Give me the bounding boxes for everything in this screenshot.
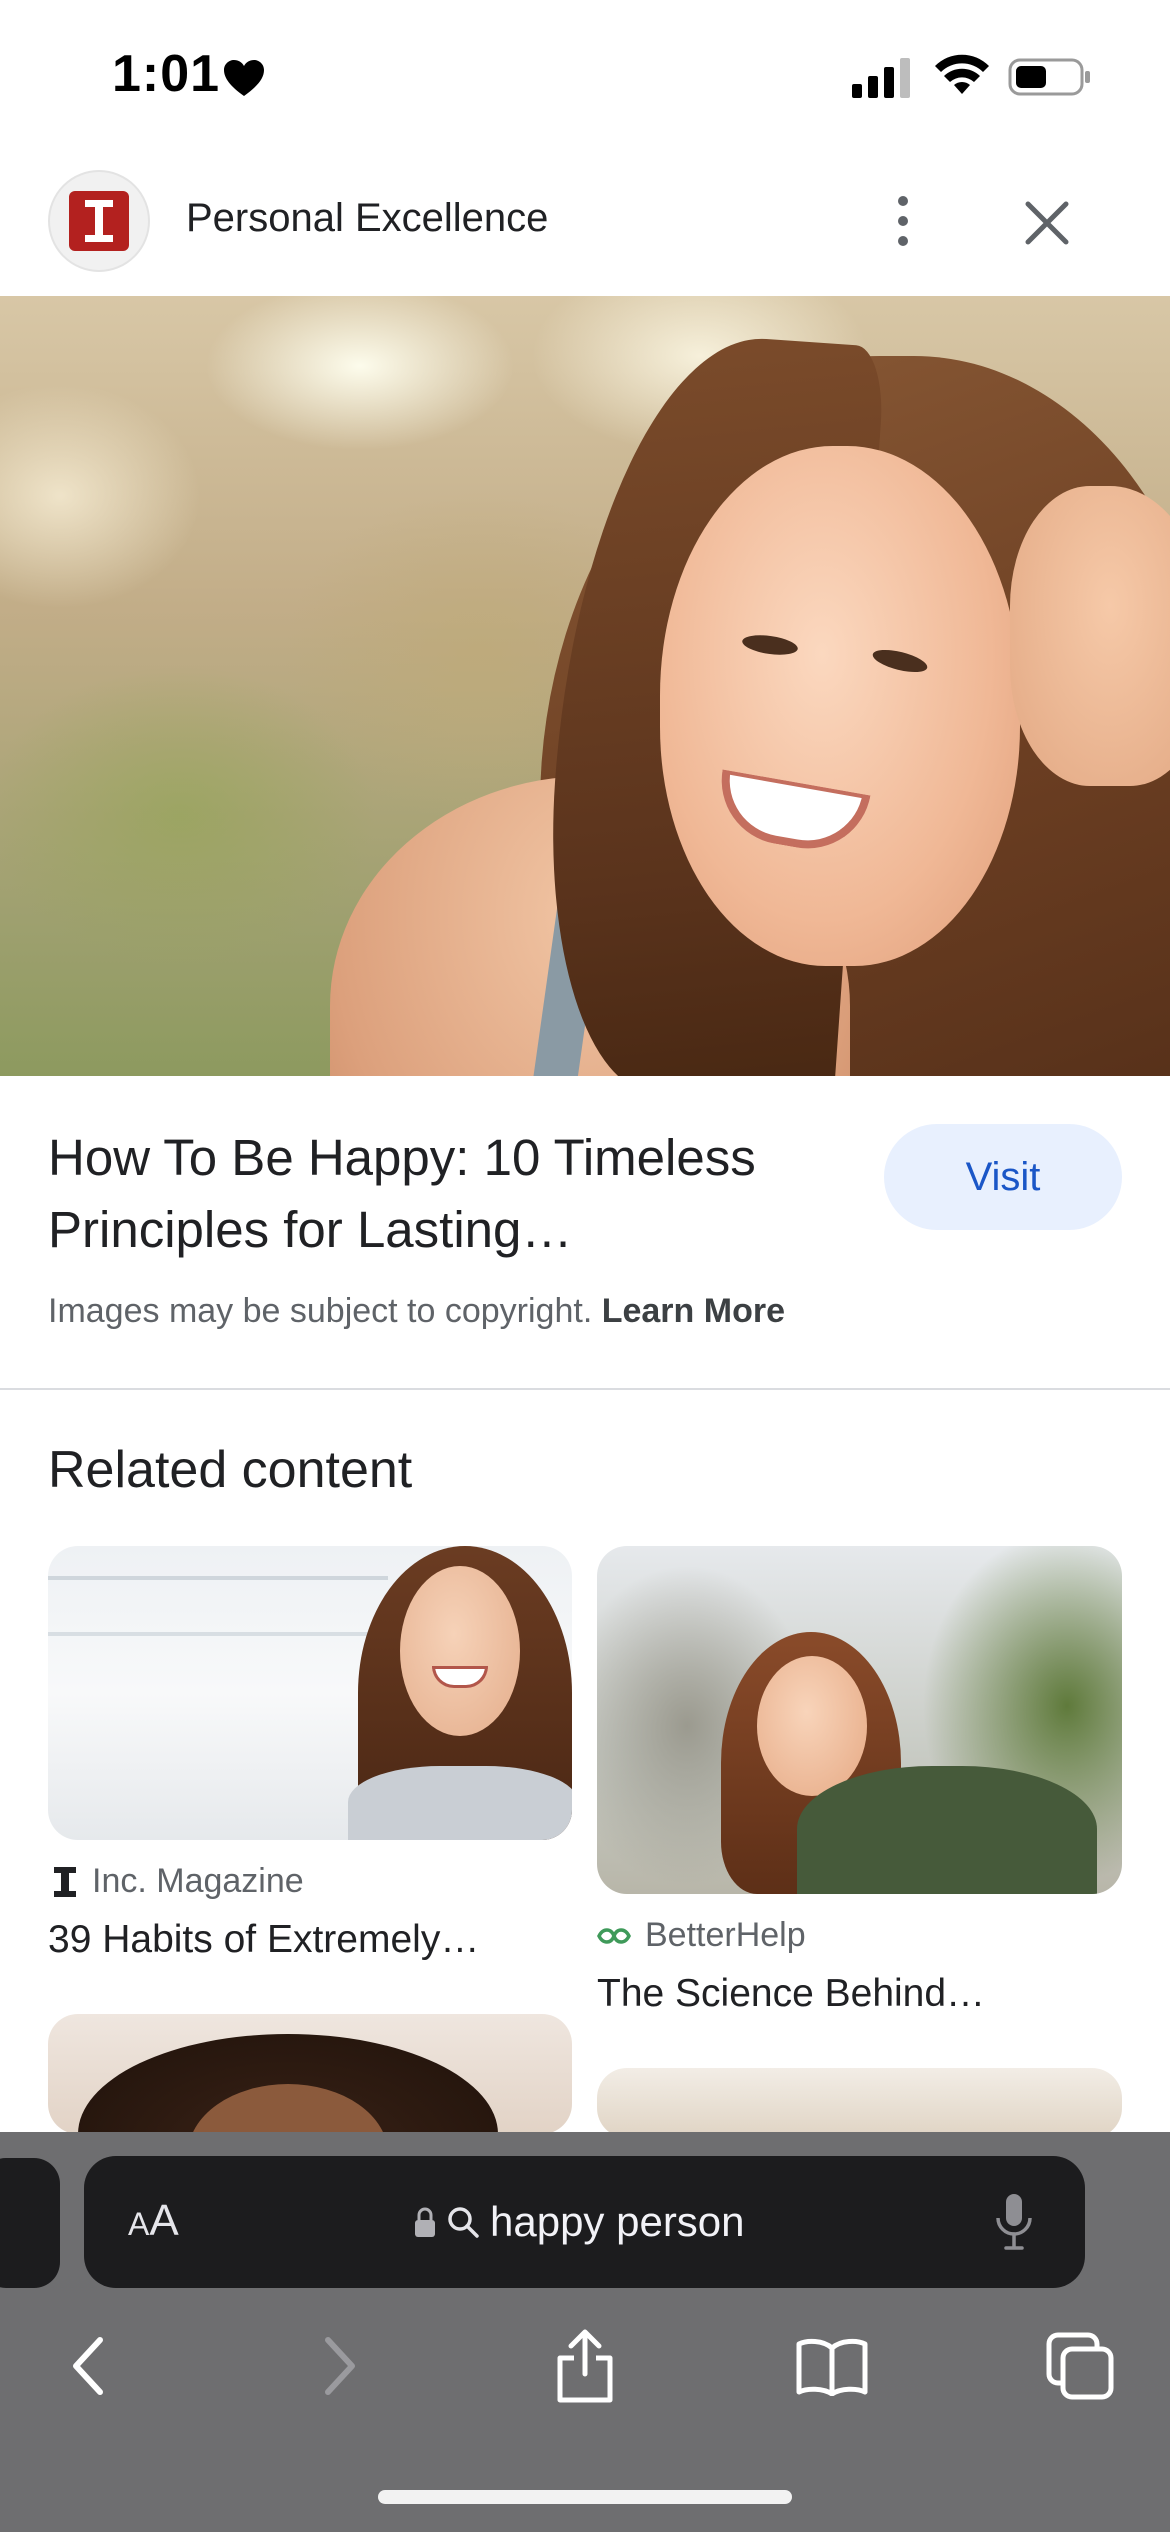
- status-bar: 1:01: [0, 0, 1170, 150]
- back-icon: [73, 2337, 103, 2395]
- share-button[interactable]: [545, 2326, 625, 2406]
- forward-button[interactable]: [300, 2326, 380, 2406]
- lock-icon: [415, 2207, 435, 2237]
- copyright-text: Images may be subject to copyright.: [48, 1292, 593, 1330]
- home-indicator: [378, 2490, 792, 2504]
- related-card-image[interactable]: [48, 1546, 572, 1840]
- image-viewer-header: Personal Excellence: [0, 150, 1170, 296]
- learn-more-link[interactable]: Learn More: [602, 1292, 785, 1330]
- search-icon: [448, 2207, 479, 2238]
- card-source: Inc. Magazine: [52, 1862, 304, 1901]
- site-logo-mark: [69, 191, 129, 251]
- more-vert-icon[interactable]: [870, 186, 936, 256]
- site-name[interactable]: Personal Excellence: [186, 196, 548, 241]
- related-card-image[interactable]: [597, 1546, 1122, 1894]
- back-button[interactable]: [48, 2326, 128, 2406]
- share-icon: [557, 2329, 613, 2403]
- reader-settings-button[interactable]: AA: [128, 2196, 179, 2246]
- battery-icon: [1008, 58, 1090, 96]
- card-source-name: BetterHelp: [645, 1916, 806, 1954]
- address-field[interactable]: happy person: [414, 2198, 745, 2246]
- visit-button[interactable]: Visit: [884, 1124, 1122, 1230]
- divider: [0, 1388, 1170, 1390]
- wifi-icon: [935, 54, 989, 94]
- main-image[interactable]: [0, 296, 1170, 1076]
- bookmarks-icon: [796, 2338, 868, 2396]
- related-card-image[interactable]: [48, 2014, 572, 2134]
- related-content-heading: Related content: [48, 1441, 413, 1499]
- browser-bottom-bar: AA happy person: [0, 2132, 1170, 2532]
- card-source: BetterHelp: [597, 1916, 806, 1955]
- signal-icon: [852, 58, 910, 98]
- close-icon[interactable]: [1014, 190, 1080, 256]
- copyright-notice: Images may be subject to copyright. Lear…: [48, 1292, 785, 1331]
- betterhelp-logo-icon: [597, 1927, 631, 1944]
- result-title[interactable]: How To Be Happy: 10 Timeless Principles …: [48, 1122, 848, 1266]
- microphone-icon[interactable]: [994, 2192, 1034, 2252]
- tabs-icon: [1046, 2332, 1114, 2400]
- logo-i-icon: [85, 200, 113, 242]
- inc-logo-icon: [54, 1866, 76, 1897]
- related-card-image[interactable]: [597, 2068, 1122, 2138]
- card-source-name: Inc. Magazine: [92, 1862, 304, 1900]
- card-title[interactable]: The Science Behind…: [597, 1972, 985, 2016]
- card-title[interactable]: 39 Habits of Extremely…: [48, 1918, 479, 1962]
- status-time: 1:01: [112, 45, 221, 103]
- site-logo[interactable]: [48, 170, 150, 272]
- forward-icon: [325, 2337, 355, 2395]
- heart-icon: [224, 60, 264, 96]
- address-text: happy person: [490, 2198, 745, 2245]
- address-bar[interactable]: AA happy person: [84, 2156, 1085, 2288]
- previous-tab[interactable]: [0, 2158, 60, 2288]
- tabs-button[interactable]: [1040, 2326, 1120, 2406]
- bookmarks-button[interactable]: [792, 2326, 872, 2406]
